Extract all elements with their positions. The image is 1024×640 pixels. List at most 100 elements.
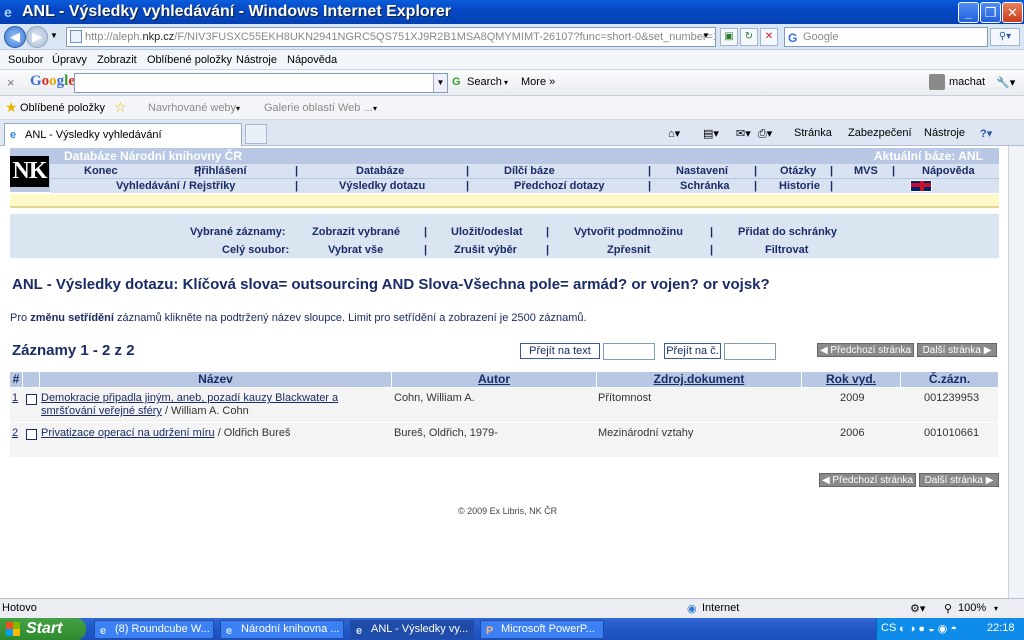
- row-author: Bureš, Oldřich, 1979-: [394, 427, 498, 439]
- chevron-down-icon[interactable]: ▾: [504, 78, 508, 87]
- prev-page-button[interactable]: ◀ Předchozí stránka: [817, 343, 914, 357]
- star-icon[interactable]: ★: [5, 99, 18, 116]
- nav-mvs[interactable]: MVS: [854, 165, 878, 177]
- forward-button[interactable]: ▶: [26, 26, 48, 48]
- chevron-down-icon[interactable]: ▾: [994, 604, 998, 613]
- language-indicator[interactable]: CS: [881, 622, 896, 634]
- minimize-button[interactable]: _: [958, 2, 979, 23]
- maximize-button[interactable]: ❐: [980, 2, 1001, 23]
- prev-page-button-bottom[interactable]: ◀ Předchozí stránka: [819, 473, 916, 487]
- goto-text-button[interactable]: Přejít na text: [520, 343, 600, 359]
- tray-icons[interactable]: ◐ ◑ ● ◒ ◉ ◓: [899, 622, 957, 635]
- row-checkbox[interactable]: [26, 394, 37, 405]
- nav-previous-queries[interactable]: Předchozí dotazy: [514, 180, 604, 192]
- stop-icon[interactable]: ✕: [760, 28, 778, 46]
- select-all-link[interactable]: Vybrat vše: [328, 244, 383, 256]
- nav-logout[interactable]: Konec: [84, 165, 118, 177]
- column-header-source[interactable]: Zdroj.dokument: [597, 372, 801, 387]
- taskbar-item-nk[interactable]: e Národní knihovna ...: [220, 620, 344, 639]
- help-icon[interactable]: ?▾: [980, 127, 992, 140]
- refresh-icon[interactable]: ↻: [740, 28, 758, 46]
- zoom-level[interactable]: 100%: [958, 602, 986, 614]
- menu-file[interactable]: Soubor: [8, 54, 43, 66]
- compatibility-icon[interactable]: ▣: [720, 28, 738, 46]
- next-page-button-bottom[interactable]: Další stránka ▶: [919, 473, 999, 487]
- tab-results[interactable]: e ANL - Výsledky vyhledávání: [4, 123, 242, 146]
- tools-menu[interactable]: Nástroje: [924, 127, 965, 139]
- print-icon[interactable]: ⎙▾: [758, 127, 772, 141]
- add-favorite-icon[interactable]: ☆: [114, 99, 127, 116]
- tab-label: ANL - Výsledky vyhledávání: [25, 129, 162, 141]
- column-header-author[interactable]: Autor: [392, 372, 596, 387]
- close-toolbar-icon[interactable]: ×: [7, 75, 15, 90]
- show-selected-link[interactable]: Zobrazit vybrané: [312, 226, 400, 238]
- taskbar-item-roundcube[interactable]: e (8) Roundcube W...: [94, 620, 214, 639]
- menu-tools[interactable]: Nástroje: [236, 54, 277, 66]
- add-to-basket-link[interactable]: Přidat do schránky: [738, 226, 837, 238]
- nav-login[interactable]: Přihlášení: [194, 165, 247, 177]
- ie-app-icon: e: [356, 625, 363, 637]
- google-search-input[interactable]: ▼: [74, 73, 448, 93]
- menu-view[interactable]: Zobrazit: [97, 54, 137, 66]
- next-page-button[interactable]: Další stránka ▶: [917, 343, 997, 357]
- nav-databases[interactable]: Databáze: [356, 165, 404, 177]
- taskbar-item-powerpoint[interactable]: P Microsoft PowerP...: [480, 620, 604, 639]
- save-send-link[interactable]: Uložit/odeslat: [451, 226, 523, 238]
- message-bar: [10, 194, 999, 208]
- more-button[interactable]: More »: [521, 76, 555, 88]
- row-checkbox[interactable]: [26, 429, 37, 440]
- taskbar-item-anl[interactable]: e ANL - Výsledky vy...: [350, 620, 474, 639]
- feeds-icon[interactable]: ▤▾: [703, 127, 719, 140]
- url-field[interactable]: http://aleph.nkp.cz/F/NIV3FUSXC55EKH8UKN…: [66, 27, 716, 47]
- favorites-button[interactable]: Oblíbené položky: [20, 102, 105, 114]
- user-menu[interactable]: machat: [949, 76, 985, 88]
- wrench-icon[interactable]: 🔧▾: [996, 76, 1015, 89]
- search-go-icon[interactable]: ⚲▾: [990, 28, 1020, 46]
- protected-mode-icon[interactable]: ⚙▾: [910, 602, 925, 615]
- new-tab-button[interactable]: [245, 124, 267, 144]
- nav-query-results[interactable]: Výsledky dotazu: [339, 180, 425, 192]
- deselect-link[interactable]: Zrušit výběr: [454, 244, 517, 256]
- nav-questions[interactable]: Otázky: [780, 165, 816, 177]
- chevron-down-icon[interactable]: ▾: [236, 104, 240, 113]
- column-header-number: #: [10, 372, 22, 387]
- suggested-sites[interactable]: Navrhované weby: [148, 102, 236, 114]
- home-icon[interactable]: ⌂▾: [668, 127, 680, 140]
- back-button[interactable]: ◀: [4, 26, 26, 48]
- vertical-scrollbar[interactable]: [1008, 146, 1024, 598]
- close-button[interactable]: ✕: [1002, 2, 1023, 23]
- nav-settings[interactable]: Nastavení: [676, 165, 728, 177]
- search-input[interactable]: G Google: [784, 27, 988, 47]
- menu-favorites[interactable]: Oblíbené položky: [147, 54, 232, 66]
- uk-flag-icon[interactable]: [910, 180, 932, 192]
- history-dropdown-icon[interactable]: ▼: [50, 31, 58, 40]
- nav-search-indexes[interactable]: Vyhledávání / Rejstříky: [116, 180, 235, 192]
- google-search-button[interactable]: Search: [467, 76, 502, 88]
- clock[interactable]: 22:18: [987, 622, 1015, 634]
- security-menu[interactable]: Zabezpečení: [848, 127, 912, 139]
- title-bar: e ANL - Výsledky vyhledávání - Windows I…: [0, 0, 1024, 24]
- web-slice-gallery[interactable]: Galerie oblastí Web ...: [264, 102, 373, 114]
- nk-logo[interactable]: NK: [10, 156, 49, 187]
- start-button[interactable]: Start: [0, 618, 86, 640]
- create-subset-link[interactable]: Vytvořit podmnožinu: [574, 226, 683, 238]
- nav-help[interactable]: Nápověda: [922, 165, 975, 177]
- mail-icon[interactable]: ✉▾: [736, 127, 751, 140]
- nav-history[interactable]: Historie: [779, 180, 820, 192]
- column-header-year[interactable]: Rok vyd.: [802, 372, 900, 387]
- page-menu[interactable]: Stránka: [794, 127, 832, 139]
- goto-number-button[interactable]: Přejít na č.: [664, 343, 721, 359]
- filter-link[interactable]: Filtrovat: [765, 244, 808, 256]
- nav-sub-bases[interactable]: Dílčí báze: [504, 165, 555, 177]
- chevron-down-icon[interactable]: ▾: [373, 104, 377, 113]
- menu-help[interactable]: Nápověda: [287, 54, 337, 66]
- nav-basket[interactable]: Schránka: [680, 180, 730, 192]
- goto-text-input[interactable]: [603, 343, 655, 360]
- zoom-icon[interactable]: ⚲: [944, 602, 952, 615]
- chevron-down-icon[interactable]: ▼: [433, 74, 447, 92]
- url-dropdown-icon[interactable]: ▼: [702, 31, 710, 40]
- row-title-link[interactable]: Privatizace operací na udržení míru: [41, 427, 215, 439]
- menu-edit[interactable]: Úpravy: [52, 54, 87, 66]
- goto-number-input[interactable]: [724, 343, 776, 360]
- refine-link[interactable]: Zpřesnit: [607, 244, 650, 256]
